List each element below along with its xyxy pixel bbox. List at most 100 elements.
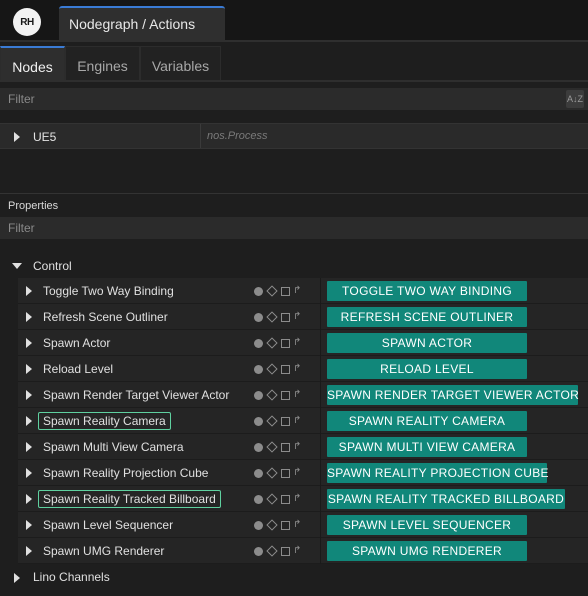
checkbox-square-icon[interactable]	[281, 338, 290, 348]
checkbox-square-icon[interactable]	[281, 390, 290, 400]
property-tools: ↱	[254, 544, 301, 558]
property-row[interactable]: Spawn Level Sequencer ↱ SPAWN LEVEL SEQUEN…	[18, 512, 588, 538]
expand-arrow-icon[interactable]	[26, 520, 32, 530]
reset-arrow-icon[interactable]: ↱	[293, 442, 301, 452]
property-row[interactable]: Reload Level ↱ RELOAD LEVEL	[18, 356, 588, 382]
action-button[interactable]: RELOAD LEVEL	[327, 359, 527, 379]
keyframe-diamond-icon[interactable]	[266, 467, 278, 479]
pin-dot-icon[interactable]	[254, 468, 263, 478]
action-button[interactable]: SPAWN REALITY TRACKED BILLBOARD	[327, 489, 565, 509]
keyframe-diamond-icon[interactable]	[266, 285, 278, 297]
reset-arrow-icon[interactable]: ↱	[293, 338, 301, 348]
collapse-arrow-icon[interactable]	[12, 263, 22, 269]
keyframe-diamond-icon[interactable]	[266, 337, 278, 349]
pin-dot-icon[interactable]	[254, 338, 263, 348]
checkbox-square-icon[interactable]	[281, 468, 290, 478]
expand-arrow-icon[interactable]	[14, 573, 20, 583]
property-row[interactable]: Spawn Render Target Viewer Actor ↱ SPAWN R…	[18, 382, 588, 408]
keyframe-diamond-icon[interactable]	[266, 545, 278, 557]
tab-nodes[interactable]: Nodes	[0, 46, 65, 82]
expand-arrow-icon[interactable]	[26, 286, 32, 296]
keyframe-diamond-icon[interactable]	[266, 415, 278, 427]
reset-arrow-icon[interactable]: ↱	[293, 494, 301, 504]
tab-engines[interactable]: Engines	[65, 46, 140, 82]
expand-arrow-icon[interactable]	[26, 494, 32, 504]
properties-header: Properties	[8, 200, 59, 212]
checkbox-square-icon[interactable]	[281, 416, 290, 426]
node-name: UE5	[33, 130, 57, 144]
nodes-filter-input[interactable]: Filter	[0, 88, 588, 110]
reset-arrow-icon[interactable]: ↱	[293, 546, 301, 556]
keyframe-diamond-icon[interactable]	[266, 519, 278, 531]
sort-az-icon[interactable]: A↓Z	[566, 90, 584, 108]
property-label: Spawn Reality Camera	[38, 412, 171, 430]
node-row-ue5[interactable]: UE5 nos.Process	[0, 123, 588, 149]
property-row[interactable]: Spawn Reality Tracked Billboard ↱ SPAWN RE…	[18, 486, 588, 512]
expand-arrow-icon[interactable]	[26, 546, 32, 556]
checkbox-square-icon[interactable]	[281, 546, 290, 556]
reset-arrow-icon[interactable]: ↱	[293, 520, 301, 530]
properties-filter-input[interactable]: Filter	[0, 217, 588, 239]
pin-dot-icon[interactable]	[254, 520, 263, 530]
expand-arrow-icon[interactable]	[26, 364, 32, 374]
property-row[interactable]: Spawn Reality Projection Cube ↱ SPAWN REAL…	[18, 460, 588, 486]
expand-arrow-icon[interactable]	[26, 468, 32, 478]
reset-arrow-icon[interactable]: ↱	[293, 390, 301, 400]
column-divider	[320, 382, 321, 408]
property-row[interactable]: Spawn Multi View Camera ↱ SPAWN MULTI VIEW…	[18, 434, 588, 460]
action-button[interactable]: REFRESH SCENE OUTLINER	[327, 307, 527, 327]
reset-arrow-icon[interactable]: ↱	[293, 312, 301, 322]
action-button[interactable]: SPAWN RENDER TARGET VIEWER ACTOR	[327, 385, 579, 405]
checkbox-square-icon[interactable]	[281, 442, 290, 452]
property-row[interactable]: Toggle Two Way Binding ↱ TOGGLE TWO WAY BI…	[18, 278, 588, 304]
pin-dot-icon[interactable]	[254, 286, 263, 296]
pin-dot-icon[interactable]	[254, 546, 263, 556]
keyframe-diamond-icon[interactable]	[266, 441, 278, 453]
property-row[interactable]: Spawn Reality Camera ↱ SPAWN REALITY CAMER…	[18, 408, 588, 434]
group-label: Lino Channels	[33, 570, 110, 584]
keyframe-diamond-icon[interactable]	[266, 311, 278, 323]
action-button[interactable]: SPAWN MULTI VIEW CAMERA	[327, 437, 527, 457]
property-row[interactable]: Spawn Actor ↱ SPAWN ACTOR	[18, 330, 588, 356]
reset-arrow-icon[interactable]: ↱	[293, 468, 301, 478]
checkbox-square-icon[interactable]	[281, 364, 290, 374]
keyframe-diamond-icon[interactable]	[266, 363, 278, 375]
pin-dot-icon[interactable]	[254, 364, 263, 374]
action-button[interactable]: SPAWN UMG RENDERER	[327, 541, 527, 561]
action-button[interactable]: TOGGLE TWO WAY BINDING	[327, 281, 527, 301]
action-button[interactable]: SPAWN REALITY CAMERA	[327, 411, 527, 431]
pin-dot-icon[interactable]	[254, 442, 263, 452]
property-label: Refresh Scene Outliner	[43, 310, 168, 324]
keyframe-diamond-icon[interactable]	[266, 493, 278, 505]
expand-arrow-icon[interactable]	[14, 132, 20, 142]
checkbox-square-icon[interactable]	[281, 286, 290, 296]
expand-arrow-icon[interactable]	[26, 416, 32, 426]
checkbox-square-icon[interactable]	[281, 312, 290, 322]
checkbox-square-icon[interactable]	[281, 520, 290, 530]
action-button[interactable]: SPAWN LEVEL SEQUENCER	[327, 515, 527, 535]
checkbox-square-icon[interactable]	[281, 494, 290, 504]
property-row[interactable]: Refresh Scene Outliner ↱ REFRESH SCENE OUT…	[18, 304, 588, 330]
window-tab-nodegraph-actions[interactable]: Nodegraph / Actions	[59, 6, 225, 42]
property-row[interactable]: Spawn UMG Renderer ↱ SPAWN UMG RENDERER	[18, 538, 588, 564]
group-lino-channels[interactable]: Lino Channels	[0, 566, 588, 590]
expand-arrow-icon[interactable]	[26, 442, 32, 452]
column-divider	[320, 460, 321, 486]
expand-arrow-icon[interactable]	[26, 390, 32, 400]
column-divider	[320, 434, 321, 460]
action-button[interactable]: SPAWN ACTOR	[327, 333, 527, 353]
pin-dot-icon[interactable]	[254, 312, 263, 322]
tab-variables[interactable]: Variables	[140, 46, 221, 82]
expand-arrow-icon[interactable]	[26, 312, 32, 322]
column-divider	[320, 356, 321, 382]
reset-arrow-icon[interactable]: ↱	[293, 286, 301, 296]
pin-dot-icon[interactable]	[254, 494, 263, 504]
group-control[interactable]: Control	[0, 254, 588, 278]
pin-dot-icon[interactable]	[254, 416, 263, 426]
action-button[interactable]: SPAWN REALITY PROJECTION CUBE	[327, 463, 549, 483]
reset-arrow-icon[interactable]: ↱	[293, 364, 301, 374]
keyframe-diamond-icon[interactable]	[266, 389, 278, 401]
expand-arrow-icon[interactable]	[26, 338, 32, 348]
reset-arrow-icon[interactable]: ↱	[293, 416, 301, 426]
pin-dot-icon[interactable]	[254, 390, 263, 400]
